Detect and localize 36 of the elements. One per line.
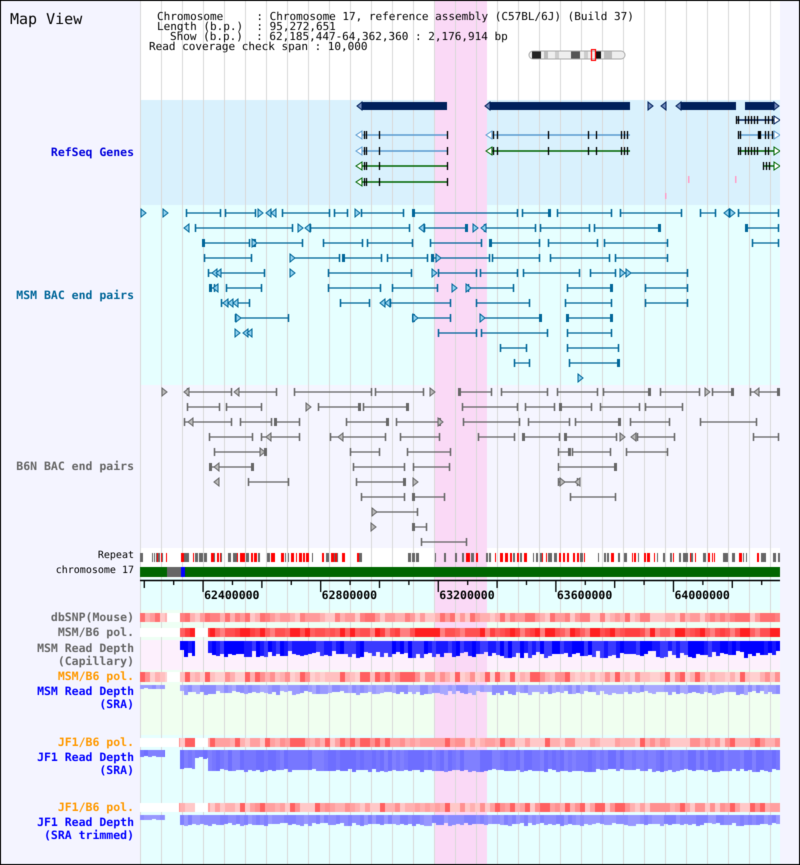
gene-model	[736, 115, 780, 125]
gene-model	[762, 161, 780, 171]
track-label: JF1 Read Depth (SRA trimmed)	[36, 816, 134, 842]
info-line: Show (b.p.) : 62,185,447-64,362,360 : 2,176,914 bp	[170, 32, 508, 42]
track-label: RefSeq Genes	[50, 146, 134, 159]
axis-tick-label: 64000000	[674, 588, 730, 602]
gene-bar	[745, 100, 780, 112]
track-label: JF1/B6 pol.	[58, 800, 134, 814]
track-label: dbSNP(Mouse)	[50, 611, 134, 624]
feature-tick	[665, 193, 666, 199]
position-marker	[590, 49, 596, 61]
track-label: JF1 Read Depth (SRA)	[36, 751, 134, 777]
track-label: Repeat	[98, 550, 134, 562]
track-label: MSM BAC end pairs	[16, 288, 134, 302]
track-label: chromosome 17	[56, 565, 134, 577]
info-line: Read coverage check span : 10,000	[149, 42, 368, 52]
feature-tick	[688, 176, 690, 183]
track-label: B6N BAC end pairs	[16, 460, 134, 473]
axis-tick-label: 62400000	[204, 588, 260, 602]
gene-marker	[648, 100, 654, 112]
info-line: Length (b.p.) : 95,272,651	[157, 22, 336, 32]
gene-bar	[675, 100, 736, 112]
axis-tick-label: 63600000	[556, 588, 612, 602]
track-label: JF1/B6 pol.	[58, 736, 134, 748]
map-view-title: Map View	[10, 10, 82, 28]
track-label: MSM Read Depth (Capillary)	[36, 642, 134, 668]
track-label: MSM/B6 pol.	[58, 626, 134, 639]
track-label: MSM/B6 pol.	[58, 670, 134, 683]
axis-tick-label: 63200000	[439, 588, 495, 602]
track-label: MSM Read Depth (SRA)	[36, 685, 134, 711]
info-line: Chromosome : Chromosome 17, reference assembly (C57BL/6J) (Build 37)	[157, 12, 634, 22]
gene-model	[738, 146, 780, 156]
feature-tick	[735, 176, 736, 183]
gene-model	[738, 130, 780, 140]
axis-tick-label: 62800000	[322, 588, 378, 602]
gene-marker	[660, 100, 666, 112]
